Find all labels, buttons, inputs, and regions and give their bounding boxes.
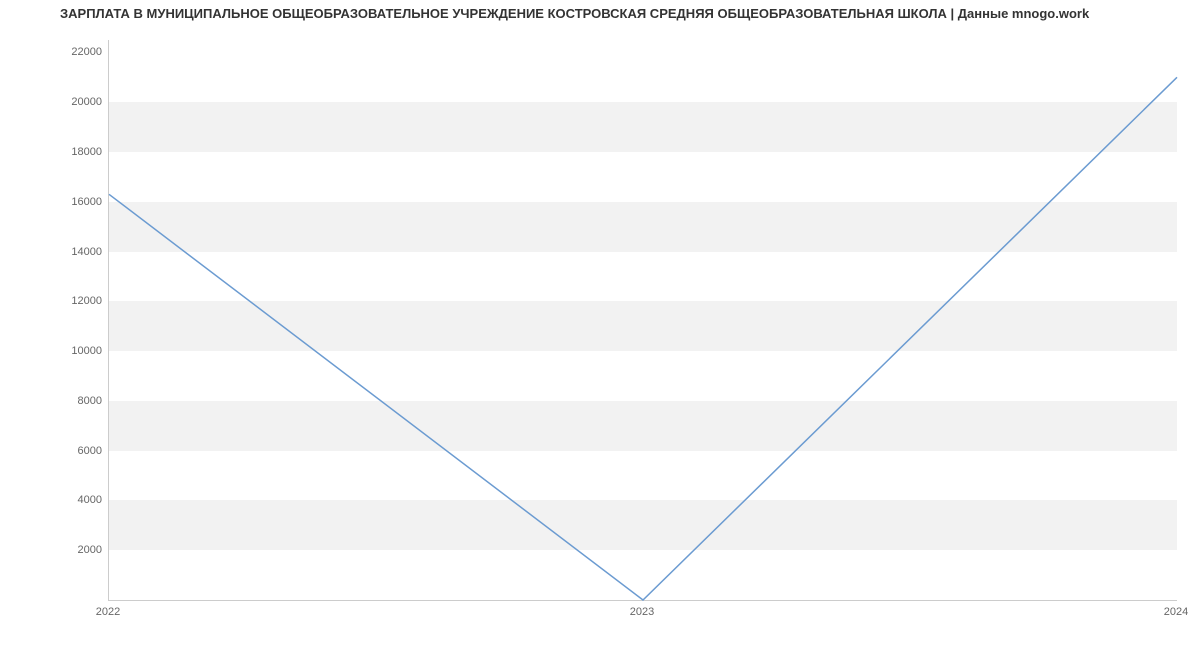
y-tick-label: 16000 (12, 196, 102, 208)
y-tick-label: 6000 (12, 445, 102, 457)
plot-area (108, 40, 1177, 601)
chart-container: ЗАРПЛАТА В МУНИЦИПАЛЬНОЕ ОБЩЕОБРАЗОВАТЕЛ… (0, 0, 1200, 650)
y-tick-label: 14000 (12, 246, 102, 258)
line-series (109, 40, 1177, 600)
y-tick-label: 12000 (12, 295, 102, 307)
x-tick-label: 2024 (1164, 606, 1188, 618)
x-tick-label: 2023 (630, 606, 654, 618)
y-tick-label: 22000 (12, 46, 102, 58)
y-tick-label: 8000 (12, 395, 102, 407)
y-tick-label: 18000 (12, 146, 102, 158)
series-path (109, 77, 1177, 600)
y-tick-label: 20000 (12, 96, 102, 108)
y-tick-label: 4000 (12, 494, 102, 506)
y-tick-label: 10000 (12, 345, 102, 357)
y-tick-label: 2000 (12, 544, 102, 556)
chart-title: ЗАРПЛАТА В МУНИЦИПАЛЬНОЕ ОБЩЕОБРАЗОВАТЕЛ… (60, 6, 1089, 21)
x-tick-label: 2022 (96, 606, 120, 618)
